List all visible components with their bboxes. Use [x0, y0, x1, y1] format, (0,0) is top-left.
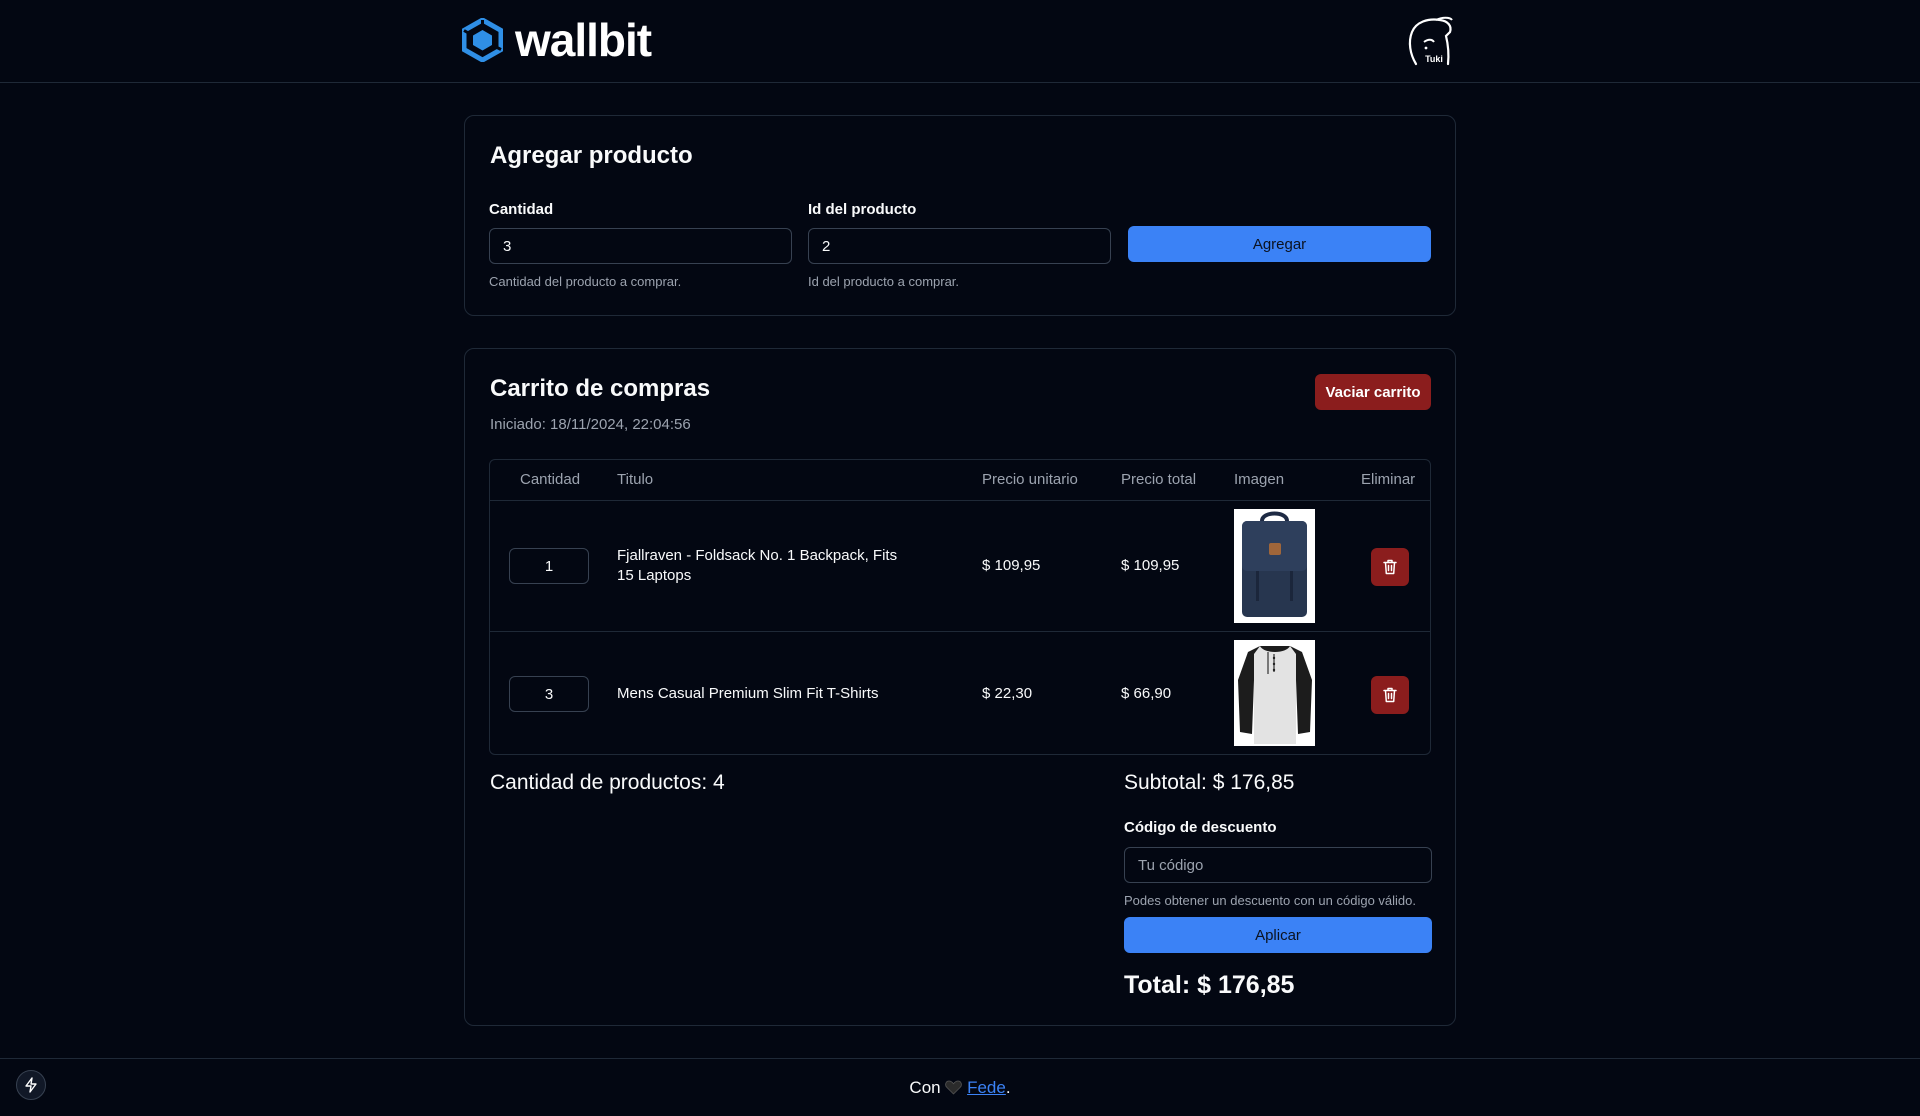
row-quantity-input[interactable] [509, 676, 589, 712]
column-title: Titulo [617, 471, 654, 488]
author-link[interactable]: Fede [967, 1078, 1006, 1097]
lightning-icon [25, 1077, 37, 1093]
dev-tools-button[interactable] [16, 1070, 46, 1100]
discount-label: Código de descuento [1124, 819, 1277, 836]
backpack-image [1234, 509, 1315, 623]
order-total: Total: $ 176,85 [1124, 971, 1295, 999]
discount-hint: Podes obtener un descuento con un código… [1124, 893, 1416, 908]
quantity-label: Cantidad [489, 201, 554, 218]
row-title: Fjallraven - Foldsack No. 1 Backpack, Fi… [617, 547, 898, 584]
column-unit-price: Precio unitario [982, 471, 1078, 488]
footer-suffix: . [1005, 1078, 1011, 1097]
row-total-price: $ 109,95 [1121, 557, 1180, 574]
brand-logo[interactable]: wallbit [462, 14, 652, 66]
cart-card: Carrito de compras Iniciado: 18/11/2024,… [464, 348, 1456, 1026]
black-heart-icon [945, 1080, 963, 1095]
row-unit-price: $ 109,95 [982, 557, 1041, 574]
footer: Con Fede. [0, 1058, 1920, 1116]
column-image: Imagen [1234, 471, 1285, 488]
footer-prefix: Con [909, 1078, 941, 1097]
quantity-hint: Cantidad del producto a comprar. [489, 274, 682, 289]
product-id-hint: Id del producto a comprar. [808, 274, 960, 289]
cart-title: Carrito de compras [490, 375, 711, 402]
product-id-input[interactable] [808, 228, 1111, 264]
brand-name: wallbit [515, 14, 652, 66]
remove-item-button[interactable] [1371, 548, 1409, 586]
quantity-input[interactable] [489, 228, 792, 264]
tshirt-image [1234, 640, 1315, 746]
cart-table: Cantidad Titulo Precio unitario Precio t… [489, 459, 1431, 755]
wallbit-logo-icon [462, 18, 503, 62]
clear-cart-button[interactable]: Vaciar carrito [1315, 374, 1431, 410]
product-id-label: Id del producto [808, 201, 917, 218]
table-row: Mens Casual Premium Slim Fit T-Shirts $ … [490, 633, 1430, 754]
avatar-caption: Tuki [1425, 54, 1443, 64]
trash-icon [1383, 687, 1397, 703]
column-total-price: Precio total [1121, 471, 1197, 488]
subtotal: Subtotal: $ 176,85 [1124, 771, 1295, 794]
column-remove: Eliminar [1361, 471, 1416, 488]
row-unit-price: $ 22,30 [982, 685, 1033, 702]
table-row: Fjallraven - Foldsack No. 1 Backpack, Fi… [490, 501, 1430, 632]
row-quantity-input[interactable] [509, 548, 589, 584]
add-product-title: Agregar producto [490, 142, 693, 169]
table-header: Cantidad Titulo Precio unitario Precio t… [490, 460, 1430, 501]
remove-item-button[interactable] [1371, 676, 1409, 714]
top-bar: wallbit Tuki [0, 0, 1920, 83]
row-title: Mens Casual Premium Slim Fit T-Shirts [617, 685, 879, 702]
row-total-price: $ 66,90 [1121, 685, 1172, 702]
add-product-card: Agregar producto Cantidad Cantidad del p… [464, 115, 1456, 316]
user-avatar[interactable]: Tuki [1406, 14, 1454, 68]
apply-discount-button[interactable]: Aplicar [1124, 917, 1432, 953]
column-quantity: Cantidad [520, 471, 581, 488]
cart-started-at: Iniciado: 18/11/2024, 22:04:56 [490, 416, 691, 433]
add-product-button[interactable]: Agregar [1128, 226, 1431, 262]
discount-code-input[interactable] [1124, 847, 1432, 883]
footer-credit: Con Fede. [0, 1078, 1920, 1098]
product-count: Cantidad de productos: 4 [490, 771, 725, 794]
trash-icon [1383, 559, 1397, 575]
